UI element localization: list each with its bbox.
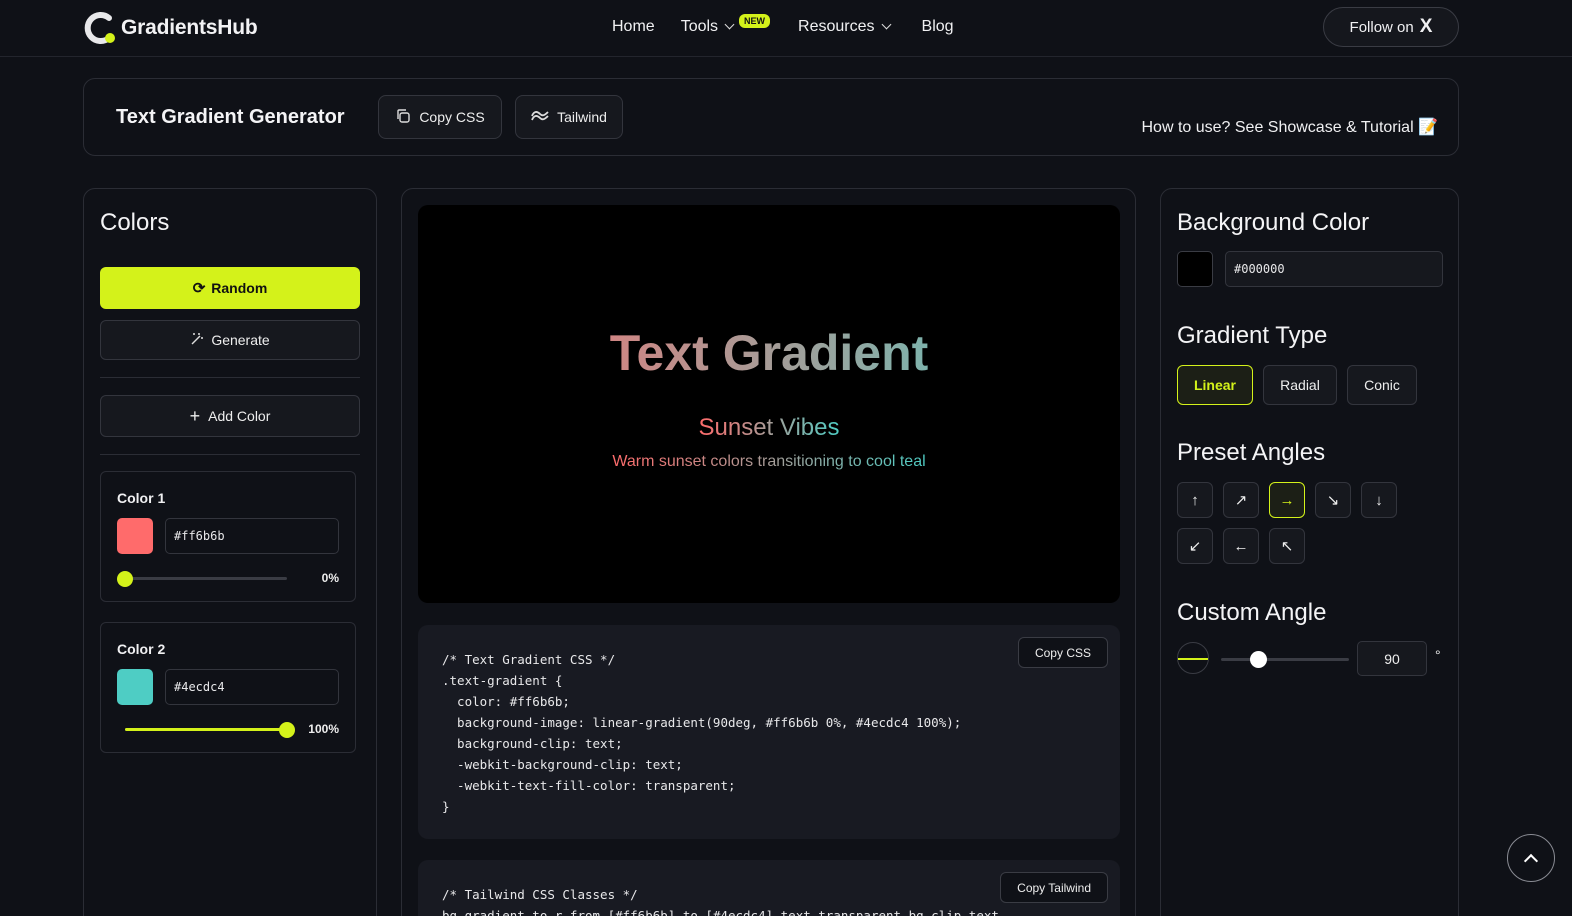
page-title: Text Gradient Generator xyxy=(116,106,345,128)
color-stop-card: Color 1 0% xyxy=(100,471,356,602)
color-stop-slider[interactable] xyxy=(117,571,287,587)
settings-panel: Background Color Gradient Type Linear Ra… xyxy=(1160,188,1459,916)
copy-css-code-button[interactable]: Copy CSS xyxy=(1017,637,1108,668)
colors-panel: Colors ⟳ Random Generate + Add Color Col… xyxy=(83,188,377,916)
preview-title: Text Gradient xyxy=(418,324,1120,382)
add-color-button[interactable]: + Add Color xyxy=(100,395,360,437)
color-stop-value: 0% xyxy=(321,571,339,585)
preview-panel: Text Gradient Sunset Vibes Warm sunset c… xyxy=(401,188,1136,916)
copy-tailwind-button[interactable]: Copy Tailwind xyxy=(1000,872,1108,903)
scroll-to-top-button[interactable] xyxy=(1507,834,1555,882)
nav-links: Home Tools NEW Resources Blog xyxy=(612,14,954,36)
degree-symbol: ° xyxy=(1435,647,1441,663)
background-swatch[interactable] xyxy=(1177,251,1213,287)
arrow-up-icon[interactable]: ↑ xyxy=(1177,482,1213,518)
dial-needle xyxy=(1178,658,1208,660)
generate-button[interactable]: Generate xyxy=(100,320,360,360)
arrow-up-left-icon[interactable]: ↖ xyxy=(1269,528,1305,564)
color-hex-input[interactable] xyxy=(165,669,339,705)
tailwind-icon xyxy=(531,109,549,125)
plus-icon: + xyxy=(189,405,201,426)
tailwind-code: /* Tailwind CSS Classes */ bg-gradient-t… xyxy=(442,887,999,916)
top-nav: GradientsHub Home Tools NEW Resources Bl… xyxy=(0,0,1572,57)
new-badge: NEW xyxy=(739,14,771,28)
angle-input[interactable] xyxy=(1357,641,1427,676)
preview-description: Warm sunset colors transitioning to cool… xyxy=(418,453,1120,471)
chevron-down-icon xyxy=(724,19,735,30)
color-swatch[interactable] xyxy=(117,518,153,554)
type-conic-button[interactable]: Conic xyxy=(1347,365,1417,405)
divider xyxy=(100,377,360,378)
generate-label: Generate xyxy=(211,332,270,348)
tailwind-code-block: /* Tailwind CSS Classes */ bg-gradient-t… xyxy=(418,860,1120,916)
custom-angle-title: Custom Angle xyxy=(1177,599,1327,626)
add-color-label: Add Color xyxy=(208,408,271,424)
slider-knob[interactable] xyxy=(279,722,295,738)
nav-tools[interactable]: Tools NEW xyxy=(680,14,771,36)
arrow-right-icon[interactable]: → xyxy=(1269,482,1305,518)
chevron-up-icon xyxy=(1523,853,1539,868)
brand-logo[interactable]: GradientsHub xyxy=(83,10,258,46)
tailwind-label: Tailwind xyxy=(557,109,607,125)
tool-header: Text Gradient Generator Copy CSS Tailwin… xyxy=(83,78,1459,156)
angle-slider-knob[interactable] xyxy=(1250,651,1268,668)
slider-fill xyxy=(125,728,287,731)
arrow-down-left-icon[interactable]: ↙ xyxy=(1177,528,1213,564)
color-stop-slider[interactable] xyxy=(125,722,295,738)
preview-subtitle-text: Sunset Vibes xyxy=(698,414,840,441)
gradient-type-title: Gradient Type xyxy=(1177,322,1328,349)
nav-resources-label: Resources xyxy=(798,18,875,35)
x-logo-icon: X xyxy=(1419,16,1433,37)
color-label: Color 1 xyxy=(117,490,166,506)
how-to-link[interactable]: How to use? See Showcase & Tutorial 📝 xyxy=(1141,117,1438,137)
color-hex-input[interactable] xyxy=(165,518,339,554)
random-label: Random xyxy=(211,280,268,296)
color-swatch[interactable] xyxy=(117,669,153,705)
arrow-left-icon[interactable]: ← xyxy=(1223,528,1259,564)
copy-icon xyxy=(395,108,411,127)
chevron-down-icon xyxy=(881,19,891,30)
arrow-up-right-icon[interactable]: ↗ xyxy=(1223,482,1259,518)
brand-name: GradientsHub xyxy=(121,16,258,39)
copy-css-label: Copy CSS xyxy=(419,109,485,125)
arrow-down-right-icon[interactable]: ↘ xyxy=(1315,482,1351,518)
color-stop-card: Color 2 100% xyxy=(100,622,356,753)
tailwind-button[interactable]: Tailwind xyxy=(515,95,623,139)
css-code-block: /* Text Gradient CSS */ .text-gradient {… xyxy=(418,625,1120,839)
preset-angles-title: Preset Angles xyxy=(1177,439,1326,466)
divider xyxy=(100,454,360,455)
colors-title: Colors xyxy=(100,209,170,236)
copy-css-button[interactable]: Copy CSS xyxy=(378,95,502,139)
nav-resources[interactable]: Resources xyxy=(798,18,891,36)
preview-subtitle: Sunset Vibes xyxy=(418,414,1120,442)
follow-label: Follow on xyxy=(1349,18,1414,36)
background-color-title: Background Color xyxy=(1177,209,1370,236)
follow-on-x-button[interactable]: Follow on X xyxy=(1323,7,1459,47)
type-radial-button[interactable]: Radial xyxy=(1263,365,1337,405)
refresh-icon: ⟳ xyxy=(192,280,206,297)
logo-icon xyxy=(83,10,119,46)
random-button[interactable]: ⟳ Random xyxy=(100,267,360,309)
angle-dial-icon[interactable] xyxy=(1177,642,1209,674)
nav-home[interactable]: Home xyxy=(612,18,655,36)
color-stop-value: 100% xyxy=(308,722,339,736)
background-hex-input[interactable] xyxy=(1225,251,1443,287)
nav-tools-label: Tools xyxy=(680,18,719,35)
slider-knob[interactable] xyxy=(117,571,133,587)
nav-blog[interactable]: Blog xyxy=(922,18,954,36)
angle-slider[interactable] xyxy=(1221,651,1349,668)
css-code: /* Text Gradient CSS */ .text-gradient {… xyxy=(442,652,962,814)
gradient-preview: Text Gradient Sunset Vibes Warm sunset c… xyxy=(418,205,1120,603)
color-label: Color 2 xyxy=(117,641,166,657)
preview-description-text: Warm sunset colors transitioning to cool… xyxy=(612,453,926,470)
arrow-down-icon[interactable]: ↓ xyxy=(1361,482,1397,518)
magic-wand-icon xyxy=(190,332,204,349)
type-linear-button[interactable]: Linear xyxy=(1177,365,1253,405)
